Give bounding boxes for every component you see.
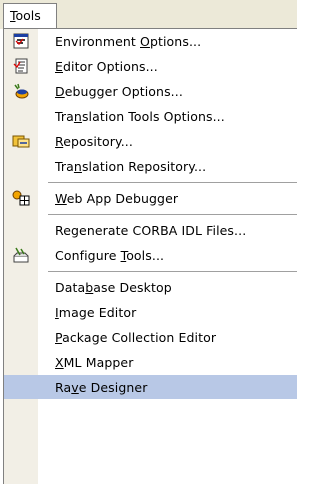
menu-item-label: Environment Options...: [55, 33, 202, 49]
menu-icon-placeholder: [4, 218, 38, 242]
menu-item-label: Debugger Options...: [55, 83, 183, 99]
menu-item-label: Translation Tools Options...: [55, 108, 225, 124]
menu-item-label: Configure Tools...: [55, 247, 165, 263]
menu-icon-placeholder: [4, 325, 38, 349]
menu-item-rave-designer[interactable]: Rave Designer: [4, 375, 297, 399]
editor-icon: [4, 54, 38, 78]
menu-icon-placeholder: [4, 350, 38, 374]
environment-icon: [4, 29, 38, 53]
menu-tools[interactable]: Tools: [3, 3, 57, 28]
menu-icon-placeholder: [4, 154, 38, 178]
menu-separator: [48, 214, 297, 215]
menu-item-label: Package Collection Editor: [55, 329, 217, 345]
menu-item-label: Image Editor: [55, 304, 137, 320]
menu-icon-placeholder: [4, 375, 38, 399]
menu-item-translation-tools-options[interactable]: Translation Tools Options...: [4, 104, 297, 128]
menu-item-label: Editor Options...: [55, 58, 158, 74]
menu-item-label: Regenerate CORBA IDL Files...: [55, 222, 247, 238]
menu-item-database-desktop[interactable]: Database Desktop: [4, 275, 297, 299]
menu-item-label: XML Mapper: [55, 354, 134, 370]
menu-item-label: Translation Repository...: [55, 158, 207, 174]
menu-item-editor-options[interactable]: Editor Options...: [4, 54, 297, 78]
menu-item-web-app-debugger[interactable]: Web App Debugger: [4, 186, 297, 210]
menu-separator: [48, 271, 297, 272]
configure-tools-icon: [4, 243, 38, 267]
menu-item-label: Rave Designer: [55, 379, 148, 395]
menu-item-configure-tools[interactable]: Configure Tools...: [4, 243, 297, 267]
debugger-icon: [4, 79, 38, 103]
menu-item-debugger-options[interactable]: Debugger Options...: [4, 79, 297, 103]
tools-dropdown-menu: Environment Options... Editor Options... D…: [3, 28, 297, 484]
menu-item-environment-options[interactable]: Environment Options...: [4, 29, 297, 53]
menu-icon-placeholder: [4, 300, 38, 324]
menu-item-label: Web App Debugger: [55, 190, 179, 206]
menu-bar: Tools: [0, 0, 297, 29]
menu-item-package-collection-editor[interactable]: Package Collection Editor: [4, 325, 297, 349]
menu-icon-placeholder: [4, 275, 38, 299]
menu-item-translation-repository[interactable]: Translation Repository...: [4, 154, 297, 178]
repository-icon: [4, 129, 38, 153]
menu-item-xml-mapper[interactable]: XML Mapper: [4, 350, 297, 374]
menu-item-repository[interactable]: Repository...: [4, 129, 297, 153]
menu-separator: [48, 182, 297, 183]
menu-item-label: Repository...: [55, 133, 133, 149]
web-app-debugger-icon: [4, 186, 38, 210]
menu-item-label: Database Desktop: [55, 279, 172, 295]
menu-item-regenerate-corba-idl-files[interactable]: Regenerate CORBA IDL Files...: [4, 218, 297, 242]
menu-tools-label: Tools: [10, 8, 41, 23]
menu-item-image-editor[interactable]: Image Editor: [4, 300, 297, 324]
menu-icon-placeholder: [4, 104, 38, 128]
